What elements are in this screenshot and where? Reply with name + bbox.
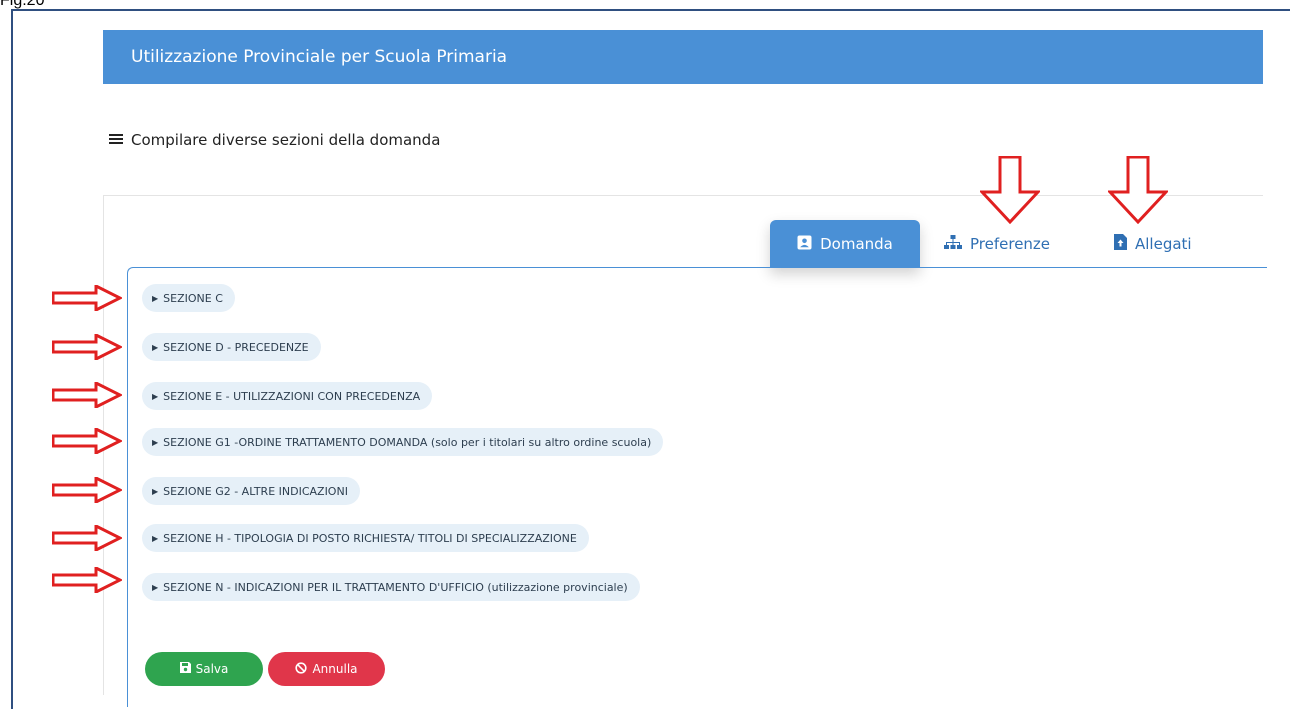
- section-d[interactable]: ▶ SEZIONE D - PRECEDENZE: [142, 333, 321, 361]
- list-icon: [109, 134, 123, 146]
- section-label: SEZIONE C: [163, 291, 223, 305]
- section-label: SEZIONE E - UTILIZZAZIONI CON PRECEDENZA: [163, 389, 421, 403]
- caret-right-icon: ▶: [152, 293, 159, 303]
- annotation-arrow-right-icon: [52, 334, 122, 360]
- section-label: SEZIONE H - TIPOLOGIA DI POSTO RICHIESTA…: [163, 531, 577, 545]
- section-e[interactable]: ▶ SEZIONE E - UTILIZZAZIONI CON PRECEDEN…: [142, 382, 433, 410]
- section-label: SEZIONE D - PRECEDENZE: [163, 340, 309, 354]
- section-g1[interactable]: ▶ SEZIONE G1 -ORDINE TRATTAMENTO DOMANDA…: [142, 428, 664, 456]
- ban-icon: [295, 661, 308, 677]
- section-label: SEZIONE N - INDICAZIONI PER IL TRATTAMEN…: [163, 580, 628, 594]
- caret-right-icon: ▶: [152, 533, 159, 543]
- file-upload-icon: [1114, 234, 1127, 254]
- floppy-disk-icon: [179, 662, 191, 676]
- caret-right-icon: ▶: [152, 342, 159, 352]
- cancel-button[interactable]: Annulla: [268, 652, 385, 686]
- annotation-arrow-down-icon: [980, 156, 1040, 224]
- cancel-button-label: Annulla: [312, 662, 358, 676]
- caret-right-icon: ▶: [152, 391, 159, 401]
- tab-preferenze-label: Preferenze: [970, 235, 1051, 253]
- section-g2[interactable]: ▶ SEZIONE G2 - ALTRE INDICAZIONI: [142, 477, 360, 505]
- annotation-arrow-right-icon: [52, 285, 122, 311]
- tab-domanda[interactable]: Domanda: [770, 220, 920, 268]
- id-card-icon: [797, 235, 812, 254]
- tab-preferenze[interactable]: Preferenze: [944, 220, 1050, 268]
- section-label: SEZIONE G2 - ALTRE INDICAZIONI: [163, 484, 348, 498]
- tab-allegati-label: Allegati: [1135, 235, 1192, 253]
- tab-domanda-label: Domanda: [820, 235, 893, 253]
- section-n[interactable]: ▶ SEZIONE N - INDICAZIONI PER IL TRATTAM…: [142, 573, 640, 601]
- annotation-arrow-right-icon: [52, 382, 122, 408]
- section-c[interactable]: ▶ SEZIONE C: [142, 284, 235, 312]
- instruction: Compilare diverse sezioni della domanda: [109, 131, 440, 149]
- annotation-arrow-down-icon: [1108, 156, 1168, 224]
- instruction-text: Compilare diverse sezioni della domanda: [131, 131, 441, 149]
- annotation-arrow-right-icon: [52, 567, 122, 593]
- save-button-label: Salva: [195, 662, 229, 676]
- sitemap-icon: [944, 234, 962, 254]
- caret-right-icon: ▶: [152, 437, 159, 447]
- caret-right-icon: ▶: [152, 486, 159, 496]
- annotation-arrow-right-icon: [52, 477, 122, 503]
- page-header: Utilizzazione Provinciale per Scuola Pri…: [103, 30, 1263, 84]
- section-h[interactable]: ▶ SEZIONE H - TIPOLOGIA DI POSTO RICHIES…: [142, 524, 589, 552]
- page-title: Utilizzazione Provinciale per Scuola Pri…: [131, 47, 508, 67]
- save-button[interactable]: Salva: [145, 652, 263, 686]
- section-label: SEZIONE G1 -ORDINE TRATTAMENTO DOMANDA (…: [163, 435, 652, 449]
- annotation-arrow-right-icon: [52, 428, 122, 454]
- caret-right-icon: ▶: [152, 582, 159, 592]
- tab-allegati[interactable]: Allegati: [1114, 220, 1192, 268]
- annotation-arrow-right-icon: [52, 525, 122, 551]
